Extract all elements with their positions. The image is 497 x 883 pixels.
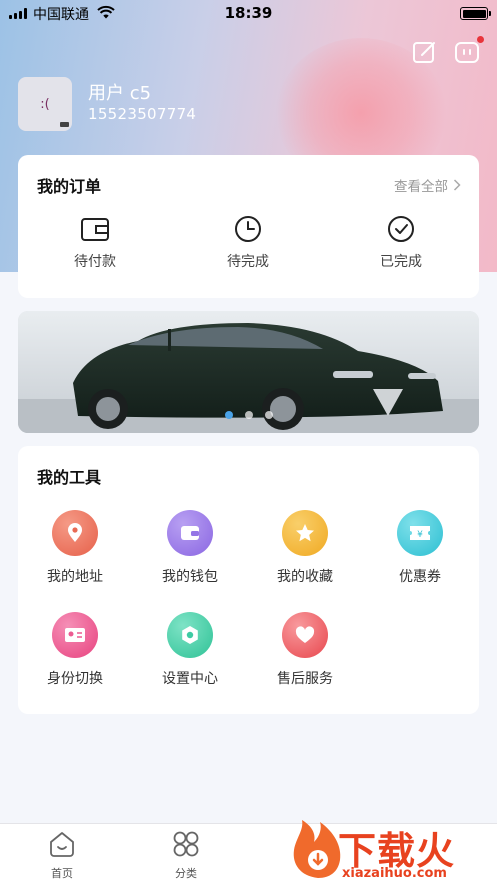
carousel-indicator[interactable]: [18, 411, 479, 419]
notification-badge: [477, 36, 484, 43]
tool-my-address[interactable]: 我的地址: [25, 510, 125, 586]
heart-icon: [282, 612, 328, 658]
order-completed[interactable]: 已完成: [356, 215, 446, 271]
message-icon: [455, 42, 479, 63]
tools-card: 我的工具 我的地址 我的钱包 我的收藏 ¥ 优惠券 身份切换 设置中心 售后服务: [18, 446, 479, 714]
orders-card: 我的订单 查看全部 待付款 待完成 已完成: [18, 155, 479, 298]
location-icon: [52, 510, 98, 556]
tool-label: 我的收藏: [277, 569, 333, 585]
order-label: 已完成: [380, 254, 422, 270]
carousel-dot[interactable]: [244, 411, 253, 419]
tool-label: 我的地址: [47, 569, 103, 585]
battery-icon: [460, 7, 491, 20]
tab-home[interactable]: 首页: [32, 830, 92, 881]
order-label: 待完成: [227, 254, 269, 270]
status-time: 18:39: [224, 4, 273, 22]
avatar-badge: [60, 122, 69, 127]
orders-title: 我的订单: [37, 177, 102, 196]
promo-banner[interactable]: [18, 311, 479, 433]
tool-switch-identity[interactable]: 身份切换: [25, 612, 125, 688]
tab-category[interactable]: 分类: [156, 830, 216, 881]
tool-label: 我的钱包: [162, 569, 218, 585]
tool-label: 优惠券: [399, 569, 441, 585]
home-icon: [50, 832, 74, 857]
category-icon: [173, 831, 199, 857]
avatar[interactable]: :(: [18, 77, 72, 131]
status-bar: 中国联通 18:39: [0, 0, 497, 28]
edit-icon[interactable]: [411, 38, 439, 66]
phone-number: 15523507774: [88, 105, 197, 123]
tool-my-favorites[interactable]: 我的收藏: [255, 510, 355, 586]
tool-my-wallet[interactable]: 我的钱包: [140, 510, 240, 586]
wallet-icon: [167, 510, 213, 556]
tab-label: 分类: [175, 867, 197, 880]
view-all-label: 查看全部: [394, 179, 448, 195]
tab-label: 首页: [51, 867, 73, 880]
order-pending-payment[interactable]: 待付款: [50, 215, 140, 271]
star-icon: [282, 510, 328, 556]
svg-text:¥: ¥: [417, 530, 423, 540]
tool-label: 售后服务: [277, 671, 333, 687]
message-button[interactable]: [453, 36, 484, 66]
carousel-dot[interactable]: [224, 411, 233, 419]
watermark: 下载火 xiazaihuo.com: [290, 818, 497, 883]
tools-title: 我的工具: [37, 468, 102, 487]
carousel-dot[interactable]: [264, 411, 273, 419]
view-all-orders-link[interactable]: 查看全部: [394, 175, 461, 195]
tool-settings-center[interactable]: 设置中心: [140, 612, 240, 688]
id-card-icon: [52, 612, 98, 658]
wallet-icon: [81, 218, 109, 241]
order-label: 待付款: [74, 254, 116, 270]
clock-icon: [235, 216, 261, 242]
username[interactable]: 用户 c5: [88, 79, 151, 105]
tool-coupons[interactable]: ¥ 优惠券: [370, 510, 470, 586]
tool-label: 设置中心: [162, 671, 218, 687]
tool-after-sales[interactable]: 售后服务: [255, 612, 355, 688]
tool-label: 身份切换: [47, 671, 103, 687]
watermark-url: xiazaihuo.com: [342, 866, 447, 881]
order-to-complete[interactable]: 待完成: [203, 215, 293, 271]
check-circle-icon: [388, 216, 414, 242]
coupon-icon: ¥: [397, 510, 443, 556]
avatar-placeholder-text: :(: [40, 96, 50, 112]
chevron-right-icon: [453, 179, 461, 191]
settings-icon: [167, 612, 213, 658]
